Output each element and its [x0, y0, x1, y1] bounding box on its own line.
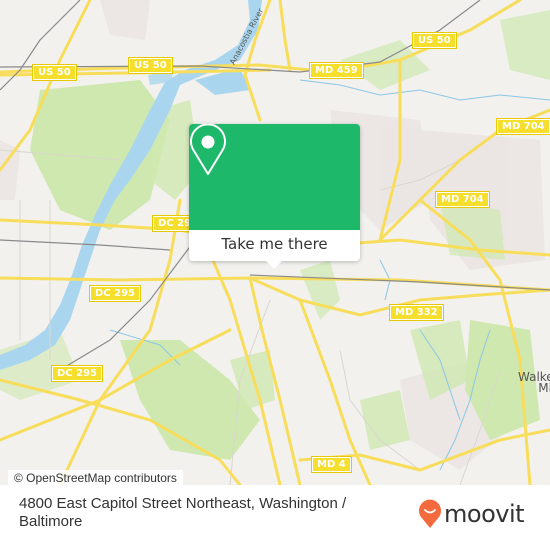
route-shield-us50-west: US 50	[32, 64, 77, 81]
route-shield-us50-east: US 50	[412, 32, 457, 49]
take-me-there-button[interactable]: Take me there	[189, 230, 360, 261]
route-shield-md332: MD 332	[389, 304, 444, 321]
moovit-pin-icon	[419, 499, 441, 528]
popup-header	[189, 124, 360, 230]
address-text: 4800 East Capitol Street Northeast, Wash…	[19, 495, 347, 530]
route-shield-dc295-center: DC 295	[89, 285, 141, 302]
route-shield-md4: MD 4	[311, 456, 352, 473]
location-popup: Take me there	[189, 124, 360, 269]
route-shield-md459: MD 459	[309, 62, 364, 79]
map-attribution[interactable]: © OpenStreetMap contributors	[8, 470, 183, 485]
brand-name: moovit	[444, 500, 525, 528]
route-shield-md704-center: MD 704	[435, 191, 490, 208]
map-canvas[interactable]: US 50 US 50 US 50 MD 459 MD 704 MD 704 D…	[0, 0, 550, 485]
map-pin-icon	[190, 124, 226, 175]
moovit-logo: moovit	[418, 499, 525, 529]
popup-pointer	[264, 259, 284, 269]
route-shield-dc295-south: DC 295	[51, 365, 103, 382]
footer: 4800 East Capitol Street Northeast, Wash…	[0, 485, 550, 550]
place-label-walker-mill: Walker Mill	[518, 370, 550, 395]
route-shield-md704-north: MD 704	[496, 118, 550, 135]
route-shield-us50-center: US 50	[128, 57, 173, 74]
